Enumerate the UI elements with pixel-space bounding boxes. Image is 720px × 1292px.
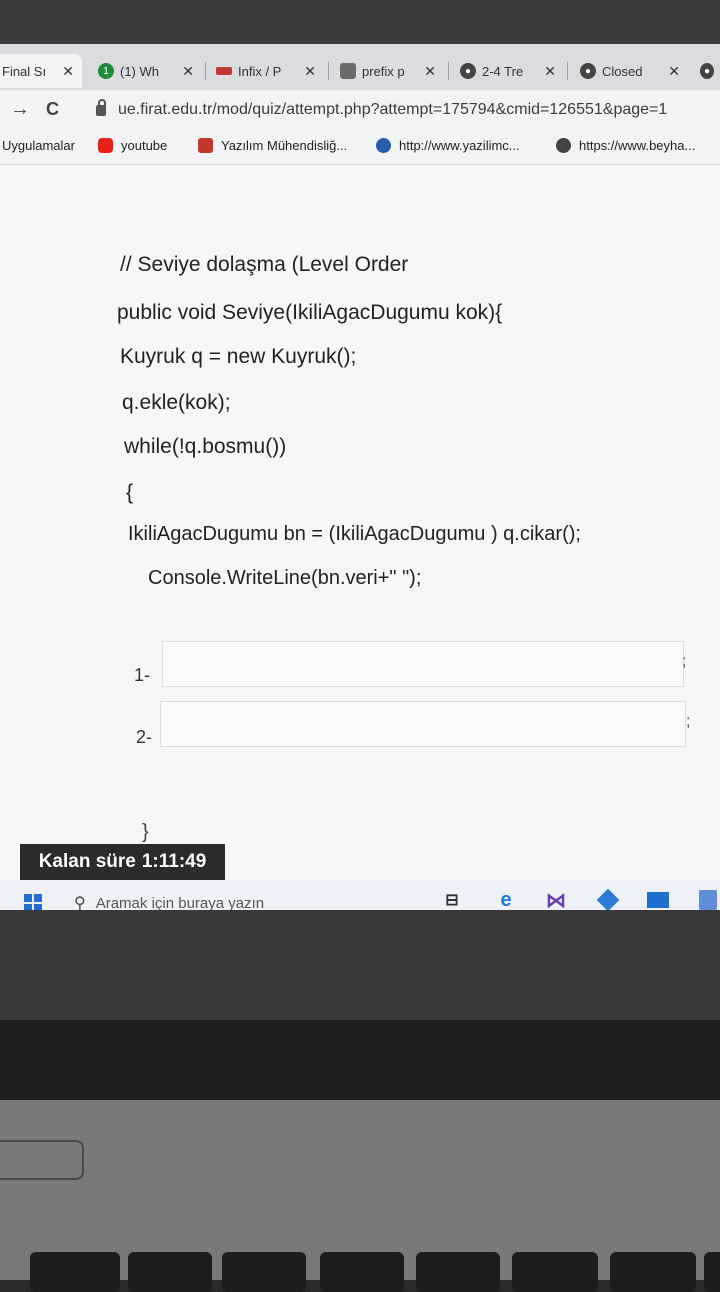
tab-separator: [205, 62, 206, 80]
file-app-icon[interactable]: [696, 888, 720, 910]
code-line: Console.WriteLine(bn.veri+" ");: [148, 567, 422, 589]
bookmark-label: Yazılım Mühendisliğ...: [221, 138, 348, 153]
globe-icon: ●: [460, 63, 476, 79]
close-icon[interactable]: ✕: [304, 63, 316, 80]
keyboard-key: [222, 1252, 306, 1292]
answer-input-2[interactable]: [160, 701, 686, 747]
tab-title: Final Sı: [2, 63, 47, 79]
close-icon[interactable]: ✕: [424, 63, 436, 80]
browser-toolbar: → C ue.firat.edu.tr/mod/quiz/attempt.php…: [0, 90, 720, 130]
timer-value: 1:11:49: [141, 851, 207, 872]
bookmark-yazilim[interactable]: Yazılım Mühendisliğ...: [198, 138, 347, 153]
keyboard-key: [512, 1252, 598, 1292]
tab-separator: [448, 62, 449, 80]
code-comment: // Seviye dolaşma (Level Order: [120, 253, 409, 276]
timer-label: Kalan süre: [38, 851, 136, 872]
lock-icon: [96, 98, 106, 116]
answer-label-1: 1-: [134, 665, 151, 685]
windows-taskbar: ⚲ Aramak için buraya yazın ⊟ e ⋈: [0, 880, 720, 910]
site-icon: [216, 67, 232, 75]
keyboard-key: [610, 1252, 696, 1292]
code-line: public void Seviye(IkiliAgacDugumu kok){: [117, 301, 503, 324]
tab-title: Infix / P: [238, 63, 282, 79]
visual-studio-icon[interactable]: ⋈: [544, 888, 568, 911]
quiz-content: // Seviye dolaşma (Level Order public vo…: [0, 165, 720, 910]
tab-title: Closed: [602, 63, 643, 79]
tab-overflow[interactable]: ●: [692, 54, 720, 88]
code-brace: {: [126, 481, 134, 504]
code-line: q.ekle(kok);: [122, 391, 231, 414]
code-line: Kuyruk q = new Kuyruk();: [120, 345, 357, 368]
answer-suffix: ;: [682, 653, 687, 670]
taskbar-search[interactable]: ⚲ Aramak için buraya yazın: [62, 886, 422, 911]
tab-strip: Final Sı ✕ 1 (1) Wh ✕ Infix / P ✕ prefix…: [0, 44, 720, 90]
keyboard-key: [416, 1252, 500, 1292]
keyboard-key: [30, 1252, 120, 1292]
code-line: while(!q.bosmu()): [124, 435, 287, 458]
tab-separator: [328, 62, 329, 80]
site-icon: [340, 63, 356, 79]
laptop-hinge: [0, 1020, 720, 1110]
tab-infix[interactable]: Infix / P ✕: [208, 54, 324, 88]
trackpad: [0, 1140, 84, 1180]
forward-button[interactable]: →: [10, 98, 30, 121]
screen: Final Sı ✕ 1 (1) Wh ✕ Infix / P ✕ prefix…: [0, 44, 720, 910]
bookmark-label: youtube: [121, 138, 168, 153]
globe-icon: [376, 138, 391, 153]
search-icon: ⚲: [74, 895, 86, 910]
bookmark-apps[interactable]: Uygulamalar: [2, 138, 75, 153]
time-remaining-badge: Kalan süre 1:11:49: [20, 844, 225, 880]
address-bar[interactable]: ue.firat.edu.tr/mod/quiz/attempt.php?att…: [88, 94, 720, 126]
bookmark-youtube[interactable]: youtube: [98, 138, 167, 153]
bookmarks-bar: Uygulamalar youtube Yazılım Mühendisliğ.…: [0, 130, 720, 165]
tab-title: (1) Wh: [120, 63, 159, 79]
task-view-icon[interactable]: ⊟: [440, 888, 464, 910]
bookmark-label: https://www.beyha...: [579, 138, 696, 153]
globe-icon: ●: [700, 63, 714, 79]
bookmark-label: Uygulamalar: [2, 138, 75, 153]
tab-final[interactable]: Final Sı ✕: [0, 54, 82, 88]
url-text: ue.firat.edu.tr/mod/quiz/attempt.php?att…: [118, 101, 668, 118]
tab-title: prefix p: [362, 63, 405, 79]
code-line: IkiliAgacDugumu bn = (IkiliAgacDugumu ) …: [128, 523, 581, 545]
bookmark-label: http://www.yazilimc...: [399, 138, 520, 153]
edge-icon[interactable]: e: [494, 888, 518, 911]
reload-button[interactable]: C: [46, 99, 59, 120]
close-icon[interactable]: ✕: [62, 63, 74, 80]
keyboard-key: [128, 1252, 212, 1292]
windows-start-icon[interactable]: [24, 894, 42, 910]
search-placeholder: Aramak için buraya yazın: [95, 894, 265, 911]
keyboard-key: [320, 1252, 404, 1292]
tab-separator: [567, 62, 568, 80]
youtube-icon: [98, 138, 113, 153]
answer-label-2: 2-: [136, 727, 153, 747]
close-icon[interactable]: ✕: [182, 63, 194, 80]
bookmark-beyha[interactable]: https://www.beyha...: [556, 138, 695, 153]
close-icon[interactable]: ✕: [668, 63, 680, 80]
answer-suffix: ;: [686, 713, 691, 730]
mail-icon[interactable]: [646, 888, 670, 910]
tab-closed[interactable]: ● Closed ✕: [572, 54, 688, 88]
keyboard-key: [704, 1252, 720, 1292]
tab-whatsapp[interactable]: 1 (1) Wh ✕: [90, 54, 202, 88]
site-icon: [198, 138, 213, 153]
answer-input-1[interactable]: [162, 641, 684, 687]
tab-tree[interactable]: ● 2-4 Tre ✕: [452, 54, 564, 88]
globe-icon: [556, 138, 571, 153]
globe-icon: ●: [580, 63, 596, 79]
box-app-icon[interactable]: [596, 888, 620, 910]
bookmark-yazilimc[interactable]: http://www.yazilimc...: [376, 138, 520, 153]
close-icon[interactable]: ✕: [544, 63, 556, 80]
monitor-bezel-top: [0, 0, 720, 46]
tab-title: 2-4 Tre: [482, 63, 524, 79]
code-brace: }: [142, 821, 149, 843]
tab-prefix[interactable]: prefix p ✕: [332, 54, 444, 88]
notification-icon: 1: [98, 63, 114, 79]
